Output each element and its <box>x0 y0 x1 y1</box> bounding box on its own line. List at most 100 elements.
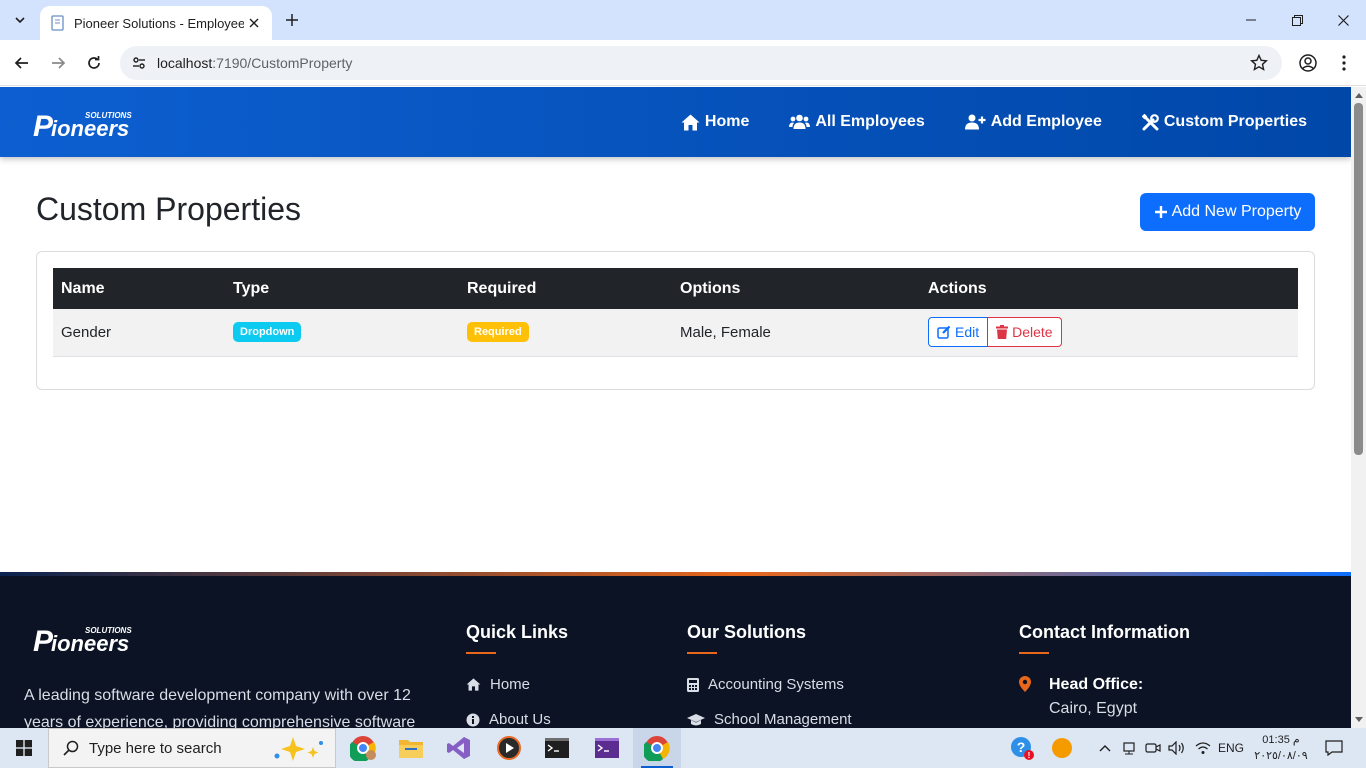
help-alert-icon[interactable]: ?! <box>1008 728 1036 768</box>
nav-link-custom-properties-label: Custom Properties <box>1163 113 1307 130</box>
tab-search-button[interactable] <box>8 8 32 32</box>
taskbar-file-explorer-icon[interactable] <box>387 728 435 768</box>
quick-links-heading: Quick Links <box>466 622 569 654</box>
users-icon <box>789 114 811 129</box>
svg-text:SOLUTIONS: SOLUTIONS <box>85 111 132 120</box>
footer-link-school-label: School Management <box>714 711 852 728</box>
footer-link-about[interactable]: About Us <box>466 711 551 728</box>
edit-button[interactable]: Edit <box>928 317 989 348</box>
clock-date: ٢٠٢٥/٠٨/٠٩ <box>1254 750 1308 762</box>
taskbar-chrome-icon[interactable] <box>633 728 681 768</box>
scroll-thumb[interactable] <box>1354 103 1363 455</box>
clock-time: 01:35 م <box>1262 734 1300 746</box>
volume-icon[interactable] <box>1167 728 1187 768</box>
reload-icon[interactable] <box>82 51 106 75</box>
properties-card: Name Type Required Options Actions Gende… <box>36 251 1315 390</box>
footer-accent-bar <box>0 572 1351 576</box>
home-icon <box>466 678 481 691</box>
trash-icon <box>996 325 1009 340</box>
table-row: Gender Dropdown Required Male, Female Ed… <box>53 309 1298 357</box>
delete-button[interactable]: Delete <box>988 317 1062 348</box>
footer-link-accounting[interactable]: Accounting Systems <box>687 676 844 693</box>
nav-link-custom-properties[interactable]: Custom Properties <box>1141 113 1307 131</box>
cell-actions: Edit Delete <box>920 309 1298 357</box>
pioneers-logo[interactable]: P ioneers SOLUTIONS <box>33 105 137 141</box>
cell-options: Male, Female <box>672 309 920 357</box>
site-info-icon[interactable] <box>124 48 154 78</box>
footer-pioneers-logo: P ioneers SOLUTIONS <box>33 625 132 656</box>
scroll-up-icon[interactable] <box>1354 91 1363 99</box>
head-office-label: Head Office: <box>1049 676 1144 693</box>
minimize-icon[interactable] <box>1228 0 1274 40</box>
head-office-value: Cairo, Egypt <box>1049 700 1138 717</box>
nav-link-all-employees-label: All Employees <box>815 113 925 130</box>
tray-chevron-up-icon[interactable] <box>1096 728 1114 768</box>
taskbar-visual-studio-icon[interactable] <box>435 728 483 768</box>
tab-close-icon[interactable] <box>246 15 262 31</box>
properties-table: Name Type Required Options Actions Gende… <box>53 268 1298 357</box>
bookmark-star-icon[interactable] <box>1250 54 1268 72</box>
header-name: Name <box>53 268 225 309</box>
scroll-down-icon[interactable] <box>1354 715 1363 723</box>
address-bar[interactable]: localhost:7190/CustomProperty <box>120 46 1282 80</box>
taskbar-search-box[interactable]: Type here to search <box>48 728 336 768</box>
network-icon[interactable] <box>1119 728 1139 768</box>
footer-link-school[interactable]: School Management <box>687 711 852 728</box>
user-plus-icon <box>964 114 986 130</box>
calculator-icon <box>687 677 699 692</box>
orange-circle-app-icon[interactable] <box>1048 728 1076 768</box>
page-title: Custom Properties <box>36 191 301 227</box>
nav-links: Home All Employees Add Employee Custom P… <box>681 87 1307 157</box>
windows-start-icon[interactable] <box>0 728 48 768</box>
page-favicon-icon <box>51 15 64 31</box>
browser-toolbar: localhost:7190/CustomProperty <box>0 40 1366 86</box>
profile-icon[interactable] <box>1296 51 1320 75</box>
forward-arrow-icon[interactable] <box>46 51 70 75</box>
back-arrow-icon[interactable] <box>10 51 34 75</box>
header-required: Required <box>459 268 672 309</box>
svg-text:SOLUTIONS: SOLUTIONS <box>85 626 132 635</box>
language-indicator[interactable]: ENG <box>1216 728 1246 768</box>
tools-icon <box>1141 113 1159 130</box>
page-viewport: P ioneers SOLUTIONS Home All Employees A… <box>0 87 1351 728</box>
taskbar-media-player-icon[interactable] <box>485 728 533 768</box>
header-type: Type <box>225 268 459 309</box>
contact-heading: Contact Information <box>1019 622 1190 654</box>
map-marker-icon <box>1019 676 1031 692</box>
edit-icon <box>937 325 951 339</box>
browser-tab[interactable]: Pioneer Solutions - Employee M <box>40 6 272 40</box>
meet-now-icon[interactable] <box>1143 728 1163 768</box>
taskbar-chrome-profile-icon[interactable] <box>339 728 387 768</box>
close-window-icon[interactable] <box>1320 0 1366 40</box>
cell-required: Required <box>459 309 672 357</box>
header-options: Options <box>672 268 920 309</box>
taskbar-dev-terminal-icon[interactable] <box>583 728 631 768</box>
chevron-down-icon <box>15 17 25 24</box>
site-footer: P ioneers SOLUTIONS A leading software d… <box>0 572 1351 728</box>
footer-link-home[interactable]: Home <box>466 676 530 693</box>
row-actions: Edit Delete <box>928 317 1062 348</box>
cell-type: Dropdown <box>225 309 459 357</box>
restore-icon[interactable] <box>1274 0 1320 40</box>
nav-link-add-employee[interactable]: Add Employee <box>964 113 1102 131</box>
footer-link-about-label: About Us <box>489 711 551 728</box>
nav-link-all-employees[interactable]: All Employees <box>789 113 925 131</box>
nav-link-home[interactable]: Home <box>681 113 749 131</box>
windows-taskbar: Type here to search ?! ENG 01:35 م ٢٠٢٥/… <box>0 728 1366 768</box>
footer-link-home-label: Home <box>490 676 531 693</box>
taskbar-clock[interactable]: 01:35 م ٢٠٢٥/٠٨/٠٩ <box>1250 732 1312 764</box>
taskbar-terminal-icon[interactable] <box>533 728 581 768</box>
our-solutions-heading: Our Solutions <box>687 622 806 654</box>
wifi-icon[interactable] <box>1192 728 1214 768</box>
more-menu-icon[interactable] <box>1332 51 1356 75</box>
nav-link-add-employee-label: Add Employee <box>990 113 1102 130</box>
url-host: localhost <box>157 55 213 71</box>
svg-text:?: ? <box>1017 739 1026 755</box>
footer-description: A leading software development company w… <box>24 687 416 728</box>
page-scrollbar[interactable] <box>1351 87 1366 728</box>
site-navbar: P ioneers SOLUTIONS Home All Employees A… <box>0 87 1351 157</box>
new-tab-plus-icon[interactable] <box>282 10 302 30</box>
search-icon <box>63 740 79 756</box>
add-new-property-button[interactable]: Add New Property <box>1140 193 1315 231</box>
notification-center-icon[interactable] <box>1320 728 1348 768</box>
